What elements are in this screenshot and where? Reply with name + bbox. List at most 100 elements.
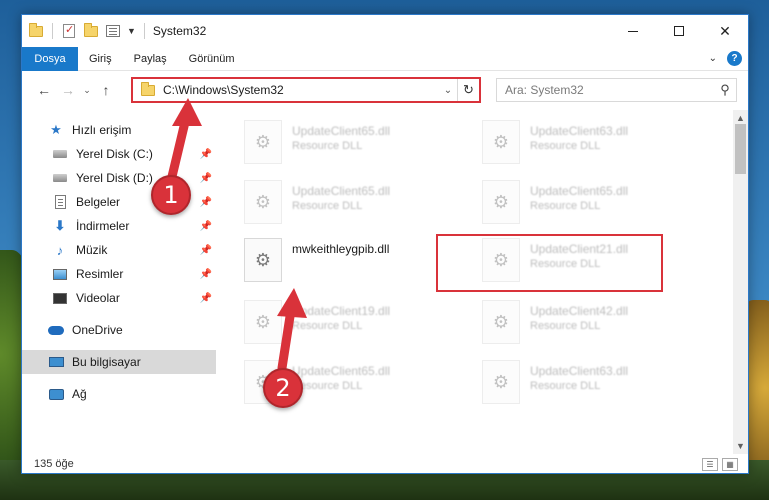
tab-share[interactable]: Paylaş bbox=[123, 47, 178, 71]
sidebar-item-music[interactable]: ♪ Müzik 📌 bbox=[22, 238, 216, 262]
file-item[interactable]: ⚙ UpdateClient19.dll Resource DLL bbox=[244, 300, 464, 356]
sidebar-item-label: Belgeler bbox=[76, 195, 121, 209]
dll-file-icon: ⚙ bbox=[244, 120, 282, 164]
document-icon bbox=[50, 194, 70, 210]
file-description: Resource DLL bbox=[292, 320, 363, 332]
pin-icon[interactable]: 📌 bbox=[200, 149, 212, 160]
folder-icon bbox=[141, 81, 155, 96]
help-icon[interactable]: ? bbox=[727, 51, 742, 66]
new-folder-icon[interactable] bbox=[83, 22, 99, 39]
file-item[interactable]: ⚙ UpdateClient65.dll Resource DLL bbox=[482, 180, 702, 236]
window-controls: ✕ bbox=[610, 15, 748, 47]
sidebar-item-quick-access[interactable]: ★ Hızlı erişim bbox=[22, 118, 216, 142]
pin-icon[interactable]: 📌 bbox=[200, 293, 212, 304]
sidebar-item-label: Hızlı erişim bbox=[72, 123, 132, 137]
scroll-down-icon[interactable]: ▼ bbox=[733, 438, 748, 454]
sidebar-item-label: Müzik bbox=[76, 243, 108, 257]
close-icon: ✕ bbox=[719, 22, 731, 39]
file-name: UpdateClient65.dll bbox=[292, 364, 391, 378]
tab-home[interactable]: Giriş bbox=[78, 47, 123, 71]
pin-icon[interactable]: 📌 bbox=[200, 269, 212, 280]
file-description: Resource DLL bbox=[530, 200, 601, 212]
search-placeholder: Ara: System32 bbox=[505, 83, 584, 97]
search-box[interactable]: Ara: System32 ⚲ bbox=[496, 78, 737, 102]
sidebar-item-label: OneDrive bbox=[72, 323, 123, 337]
back-button[interactable]: ← bbox=[32, 78, 56, 102]
dll-file-icon: ⚙ bbox=[482, 300, 520, 344]
file-item[interactable]: ⚙ UpdateClient42.dll Resource DLL bbox=[482, 300, 702, 356]
title-separator bbox=[143, 23, 145, 39]
pin-icon[interactable]: 📌 bbox=[200, 197, 212, 208]
file-name: UpdateClient63.dll bbox=[530, 124, 629, 138]
tab-view[interactable]: Görünüm bbox=[178, 47, 246, 71]
step-1-badge: 1 bbox=[151, 175, 191, 215]
music-icon: ♪ bbox=[56, 242, 64, 258]
sidebar-item-videos[interactable]: Videolar 📌 bbox=[22, 286, 216, 310]
pin-icon[interactable]: 📌 bbox=[200, 221, 212, 232]
pin-icon[interactable]: 📌 bbox=[200, 245, 212, 256]
sidebar-item-downloads[interactable]: ⬇ İndirmeler 📌 bbox=[22, 214, 216, 238]
sidebar-item-label: Resimler bbox=[76, 267, 124, 281]
file-description: Resource DLL bbox=[292, 200, 363, 212]
address-bar[interactable]: C:\Windows\System32 ⌄ ↻ bbox=[131, 77, 481, 103]
vertical-scrollbar[interactable]: ▲ ▼ bbox=[733, 110, 748, 454]
cloud-icon bbox=[46, 322, 66, 338]
minimize-icon bbox=[628, 30, 638, 32]
properties-check-icon[interactable] bbox=[61, 23, 77, 39]
file-description: Resource DLL bbox=[530, 140, 601, 152]
pin-icon[interactable]: 📌 bbox=[200, 173, 212, 184]
drive-icon bbox=[50, 146, 70, 162]
sidebar-item-network[interactable]: Ağ bbox=[22, 382, 216, 406]
window-title: System32 bbox=[152, 24, 207, 38]
properties-icon[interactable] bbox=[105, 23, 121, 39]
pictures-icon bbox=[50, 266, 70, 282]
forward-button[interactable]: → bbox=[56, 78, 80, 102]
address-dropdown-icon[interactable]: ⌄ bbox=[439, 85, 457, 96]
dll-file-icon: ⚙ bbox=[482, 120, 520, 164]
sidebar-item-pictures[interactable]: Resimler 📌 bbox=[22, 262, 216, 286]
expand-ribbon-icon[interactable]: ⌄ bbox=[709, 53, 717, 64]
sidebar-item-label: Bu bilgisayar bbox=[72, 355, 141, 369]
quick-access-separator bbox=[52, 23, 53, 39]
file-item[interactable]: ⚙ UpdateClient63.dll Resource DLL bbox=[482, 120, 702, 176]
quick-access-dropdown-icon[interactable]: ▼ bbox=[127, 26, 136, 36]
dll-file-icon: ⚙ bbox=[244, 238, 282, 282]
sidebar-item-this-pc[interactable]: Bu bilgisayar bbox=[22, 350, 216, 374]
dll-file-icon: ⚙ bbox=[482, 360, 520, 404]
drive-icon bbox=[50, 170, 70, 186]
minimize-button[interactable] bbox=[610, 15, 656, 47]
videos-icon bbox=[50, 290, 70, 306]
file-item[interactable]: ⚙ UpdateClient63.dll Resource DLL bbox=[482, 360, 702, 416]
tab-file[interactable]: Dosya bbox=[22, 46, 78, 71]
network-icon bbox=[46, 386, 66, 402]
large-icons-view-icon[interactable]: ▦ bbox=[722, 457, 738, 471]
item-count: 135 öğe bbox=[34, 458, 74, 470]
file-item[interactable]: ⚙ UpdateClient65.dll Resource DLL bbox=[244, 120, 464, 176]
file-item[interactable]: ⚙ UpdateClient65.dll Resource DLL bbox=[244, 180, 464, 236]
view-toggle: ☰ ▦ bbox=[702, 457, 748, 471]
dll-file-icon: ⚙ bbox=[244, 300, 282, 344]
file-description: Resource DLL bbox=[530, 320, 601, 332]
search-icon[interactable]: ⚲ bbox=[714, 82, 736, 98]
dll-file-icon: ⚙ bbox=[244, 180, 282, 224]
file-name: UpdateClient63.dll bbox=[530, 364, 629, 378]
refresh-icon[interactable]: ↻ bbox=[457, 79, 479, 101]
address-path: C:\Windows\System32 bbox=[163, 83, 284, 97]
close-button[interactable]: ✕ bbox=[702, 15, 748, 47]
maximize-button[interactable] bbox=[656, 15, 702, 47]
up-button[interactable]: ↑ bbox=[94, 78, 118, 102]
recent-locations-icon[interactable]: ⌄ bbox=[80, 78, 94, 102]
status-bar: 135 öğe ☰ ▦ bbox=[22, 454, 748, 474]
navigation-pane: ★ Hızlı erişim Yerel Disk (C:) 📌 Yerel D… bbox=[22, 110, 216, 454]
sidebar-item-local-disk-c[interactable]: Yerel Disk (C:) 📌 bbox=[22, 142, 216, 166]
file-name: mwkeithleygpib.dll bbox=[292, 242, 390, 256]
details-view-icon[interactable]: ☰ bbox=[702, 457, 718, 471]
file-name: UpdateClient65.dll bbox=[292, 124, 391, 138]
scrollbar-thumb[interactable] bbox=[735, 124, 746, 174]
file-item-target[interactable]: ⚙ mwkeithleygpib.dll bbox=[244, 238, 464, 294]
sidebar-item-onedrive[interactable]: OneDrive bbox=[22, 318, 216, 342]
file-name: UpdateClient65.dll bbox=[292, 184, 391, 198]
